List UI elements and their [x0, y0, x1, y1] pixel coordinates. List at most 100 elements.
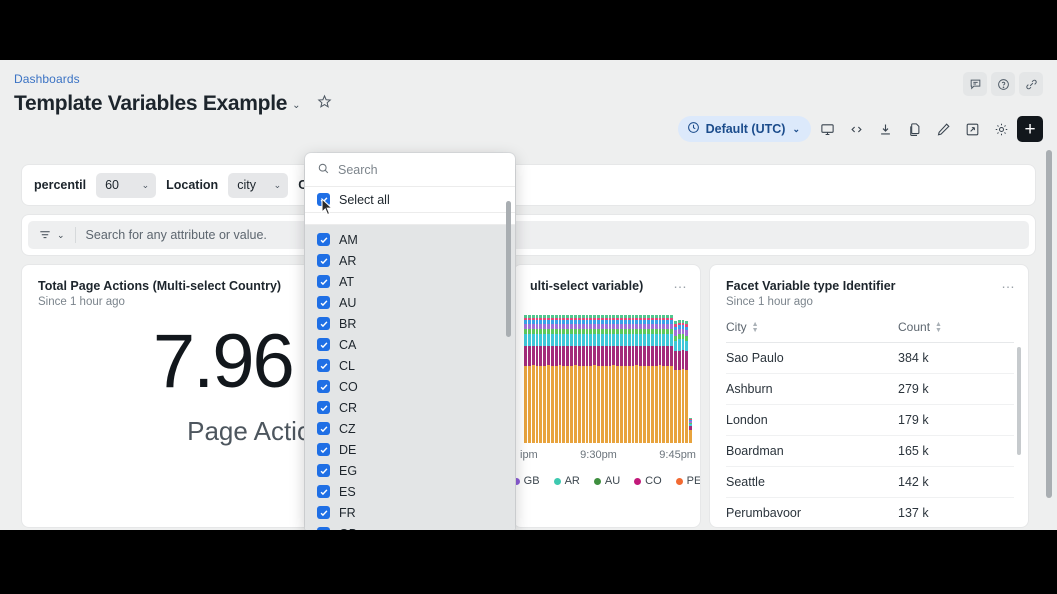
dropdown-option[interactable]: CO — [305, 376, 515, 397]
help-icon[interactable] — [991, 72, 1015, 96]
code-icon[interactable] — [843, 116, 869, 142]
legend-item[interactable]: GB — [514, 475, 540, 487]
cell-count: 137 k — [898, 506, 929, 520]
chart-bar-segment — [685, 351, 688, 370]
cell-city: Boardman — [726, 444, 898, 458]
dropdown-option[interactable]: ES — [305, 481, 515, 502]
chart-bar-segment — [666, 346, 669, 366]
dropdown-option[interactable]: FR — [305, 502, 515, 523]
link-icon[interactable] — [1019, 72, 1043, 96]
edit-pencil-icon[interactable] — [930, 116, 956, 142]
column-label: Count — [898, 320, 930, 334]
monitor-icon[interactable] — [814, 116, 840, 142]
dropdown-search-input[interactable]: Search — [305, 153, 515, 187]
dropdown-option[interactable]: AR — [305, 250, 515, 271]
search-input[interactable]: ⌄ Search for any attribute or value. — [28, 221, 1029, 249]
checkbox-checked-icon[interactable] — [317, 401, 330, 414]
dropdown-option-label: ES — [339, 485, 356, 499]
dropdown-option[interactable]: EG — [305, 460, 515, 481]
chart-bar-segment — [524, 346, 527, 366]
widget-menu-button[interactable]: … — [1001, 279, 1016, 287]
chart-bar-segment — [543, 334, 546, 346]
legend-item[interactable]: PE — [676, 475, 700, 487]
checkbox-checked-icon[interactable] — [317, 359, 330, 372]
fullscreen-icon[interactable] — [959, 116, 985, 142]
column-label: City — [726, 320, 747, 334]
table-scrollbar[interactable] — [1017, 347, 1021, 455]
legend-item[interactable]: AR — [554, 475, 580, 487]
checkbox-checked-icon[interactable] — [317, 254, 330, 267]
dropdown-option[interactable]: DE — [305, 439, 515, 460]
dropdown-option[interactable]: CR — [305, 397, 515, 418]
table-row[interactable]: Ashburn279 k — [726, 374, 1014, 405]
chart-bar-segment — [601, 366, 604, 443]
dropdown-option[interactable]: CA — [305, 334, 515, 355]
legend-item[interactable]: CO — [634, 475, 662, 487]
dropdown-option[interactable]: CZ — [305, 418, 515, 439]
checkbox-checked-icon[interactable] — [317, 464, 330, 477]
chart-bar-segment — [589, 366, 592, 443]
legend-item[interactable]: AU — [594, 475, 620, 487]
dropdown-option[interactable]: AM — [305, 229, 515, 250]
time-range-picker[interactable]: Default (UTC) ⌄ — [678, 116, 811, 142]
chart-bar — [601, 315, 604, 443]
chart-bars — [524, 315, 692, 443]
chart-bar — [643, 315, 646, 443]
filter-icon[interactable]: ⌄ — [38, 228, 65, 242]
dropdown-option[interactable]: GB — [305, 523, 515, 530]
table-row[interactable]: Sao Paulo384 k — [726, 343, 1014, 374]
checkbox-checked-icon[interactable] — [317, 485, 330, 498]
chart-bar-segment — [620, 366, 623, 443]
dropdown-option[interactable]: AU — [305, 292, 515, 313]
dropdown-select-all[interactable]: Select all — [305, 187, 515, 213]
checkbox-checked-icon[interactable] — [317, 506, 330, 519]
variable-select-percentil[interactable]: 60 ⌄ — [96, 173, 156, 198]
cell-city: London — [726, 413, 898, 427]
variable-select-location[interactable]: city ⌄ — [228, 173, 288, 198]
feedback-icon[interactable] — [963, 72, 987, 96]
widget-grid: Total Page Actions (Multi-select Country… — [22, 265, 1035, 527]
column-header-city[interactable]: City ▲▼ — [726, 320, 898, 334]
chart-bar-segment — [586, 334, 589, 346]
favorite-star-icon[interactable] — [317, 94, 332, 114]
duplicate-icon[interactable] — [901, 116, 927, 142]
chart-bar — [524, 315, 527, 443]
checkbox-checked-icon[interactable] — [317, 380, 330, 393]
time-range-label: Default (UTC) — [706, 122, 786, 136]
table-row[interactable]: London179 k — [726, 405, 1014, 436]
variable-value-percentil: 60 — [105, 178, 119, 192]
chart-bar-segment — [624, 366, 627, 443]
checkbox-checked-icon[interactable] — [317, 338, 330, 351]
chart-bar-segment — [547, 365, 550, 443]
checkbox-checked-icon[interactable] — [317, 233, 330, 246]
table-row[interactable]: Seattle142 k — [726, 467, 1014, 498]
chart-bar-segment — [605, 334, 608, 346]
chart-bar-segment — [582, 366, 585, 443]
checkbox-checked-icon[interactable] — [317, 443, 330, 456]
checkbox-checked-icon[interactable] — [317, 422, 330, 435]
dropdown-scrollbar[interactable] — [506, 201, 511, 337]
title-chevron-down-icon[interactable]: ⌄ — [292, 100, 300, 111]
chart-bar-segment — [528, 334, 531, 346]
chart-bar-segment — [628, 346, 631, 366]
chart-bar — [551, 315, 554, 443]
gear-icon[interactable] — [988, 116, 1014, 142]
checkbox-checked-icon[interactable] — [317, 275, 330, 288]
widget-menu-button[interactable]: … — [673, 279, 688, 287]
download-icon[interactable] — [872, 116, 898, 142]
dropdown-option[interactable]: CL — [305, 355, 515, 376]
breadcrumb[interactable]: Dashboards — [14, 72, 1037, 86]
dropdown-option[interactable]: BR — [305, 313, 515, 334]
dropdown-option[interactable]: AT — [305, 271, 515, 292]
checkbox-checked-icon[interactable] — [317, 317, 330, 330]
column-header-count[interactable]: Count ▲▼ — [898, 320, 942, 334]
chart-bar-segment — [593, 346, 596, 365]
table-row[interactable]: Perumbavoor137 k — [726, 498, 1014, 527]
page-scrollbar[interactable] — [1046, 150, 1052, 498]
add-widget-button[interactable]: + — [1017, 116, 1043, 142]
table-row[interactable]: Boardman165 k — [726, 436, 1014, 467]
dropdown-option-label: DE — [339, 443, 356, 457]
dropdown-option-list[interactable]: AMARATAUBRCACLCOCRCZ DE EG ES FRGB — [305, 225, 515, 530]
chart-bar-segment — [524, 334, 527, 346]
checkbox-checked-icon[interactable] — [317, 296, 330, 309]
